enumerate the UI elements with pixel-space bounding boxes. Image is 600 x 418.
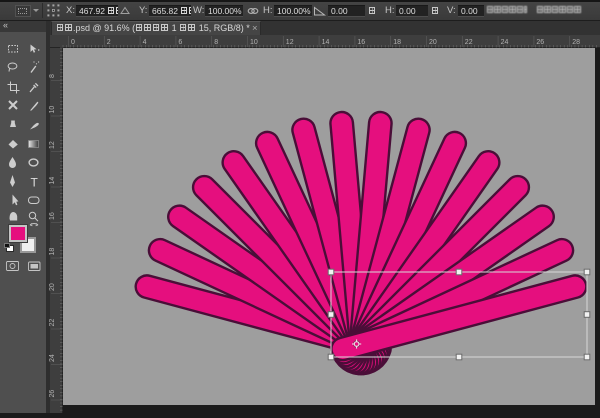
svg-text:14: 14 <box>322 39 330 46</box>
svg-text:18: 18 <box>393 39 401 46</box>
svg-text:8: 8 <box>49 74 56 78</box>
svg-text:16: 16 <box>49 212 56 220</box>
svg-text:4: 4 <box>143 39 147 46</box>
svg-text:22: 22 <box>465 39 473 46</box>
svg-text:18: 18 <box>49 248 56 256</box>
svg-text:0: 0 <box>71 39 75 46</box>
svg-text:20: 20 <box>429 39 437 46</box>
svg-text:2: 2 <box>107 39 111 46</box>
svg-text:20: 20 <box>49 283 56 291</box>
svg-text:24: 24 <box>501 39 509 46</box>
svg-text:24: 24 <box>49 354 56 362</box>
svg-text:6: 6 <box>178 39 182 46</box>
svg-text:22: 22 <box>49 319 56 327</box>
svg-text:10: 10 <box>250 39 258 46</box>
svg-text:10: 10 <box>49 106 56 114</box>
svg-text:12: 12 <box>49 141 56 149</box>
svg-text:26: 26 <box>49 390 56 398</box>
svg-text:12: 12 <box>286 39 294 46</box>
svg-text:14: 14 <box>49 177 56 185</box>
svg-text:28: 28 <box>572 39 580 46</box>
svg-text:26: 26 <box>536 39 544 46</box>
svg-text:16: 16 <box>357 39 365 46</box>
svg-text:8: 8 <box>214 39 218 46</box>
